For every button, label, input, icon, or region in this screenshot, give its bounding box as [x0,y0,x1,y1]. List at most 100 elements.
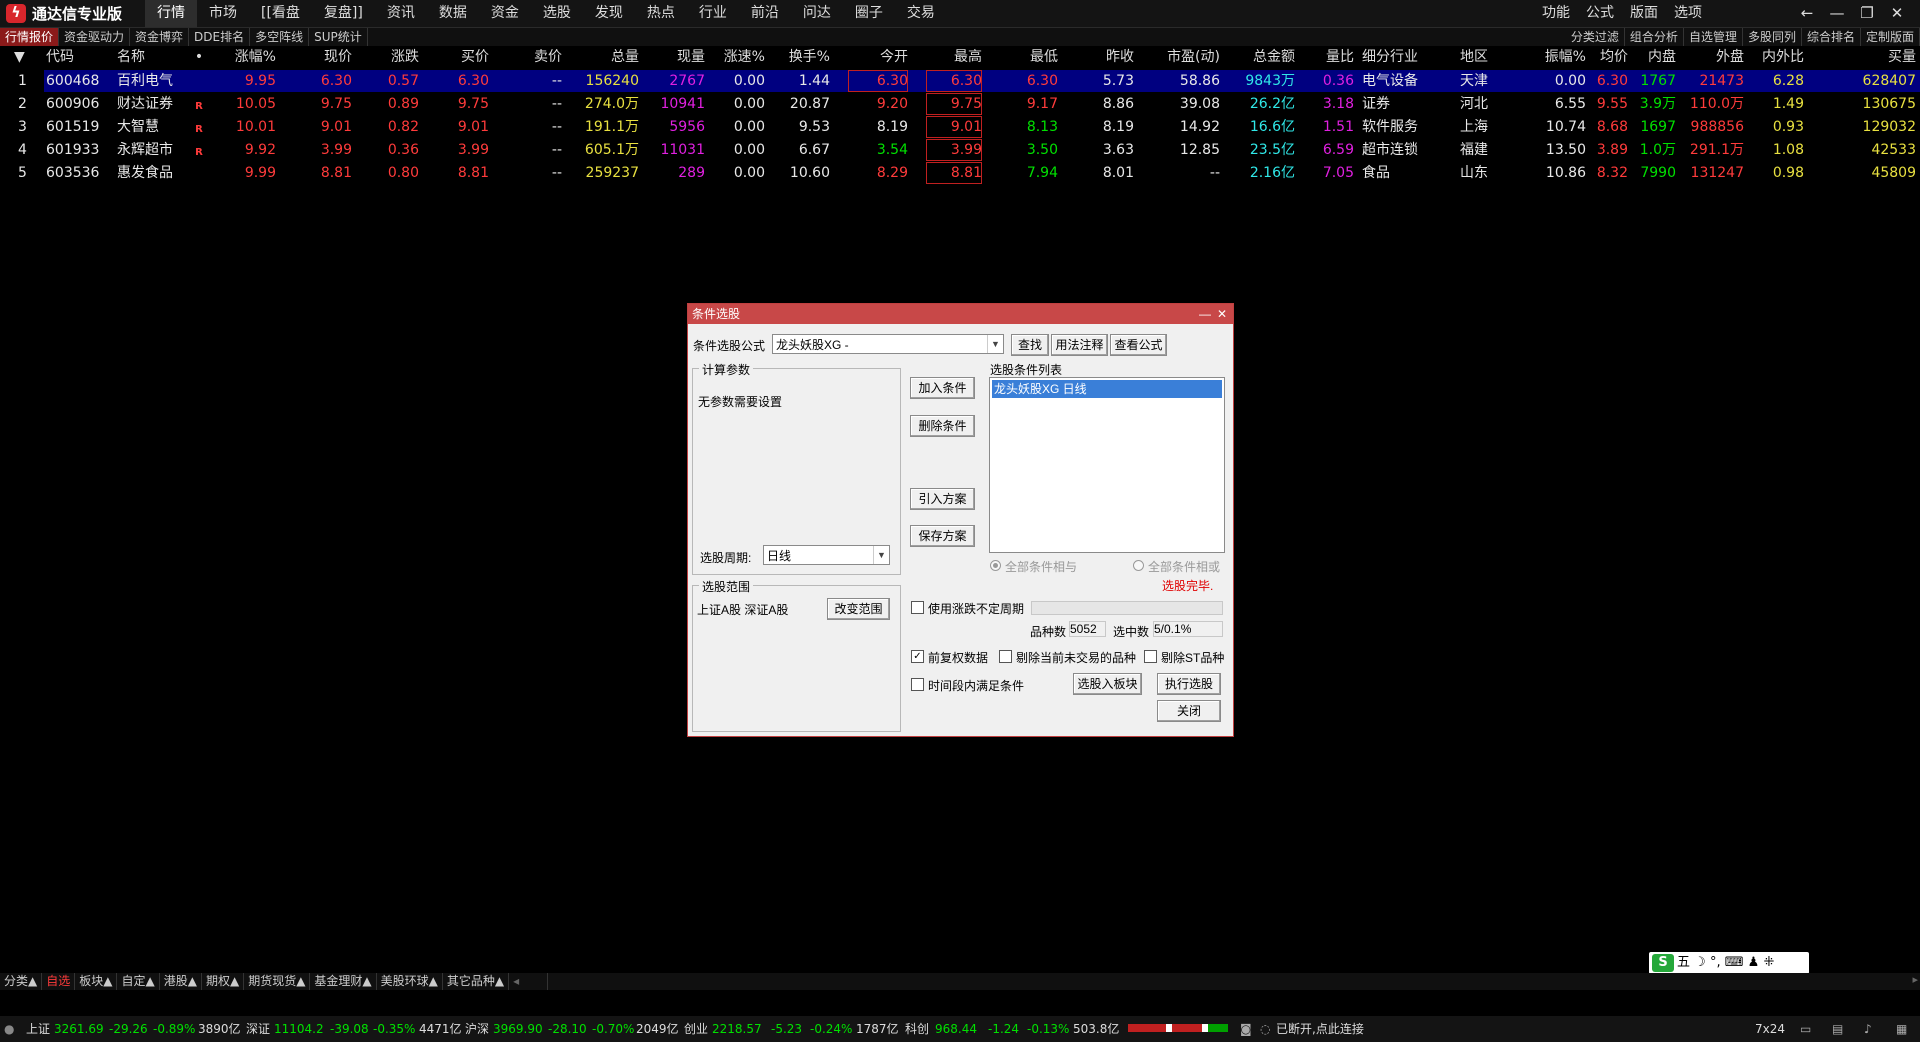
subtab-combo[interactable]: 组合分析 [1625,28,1684,46]
tab-watchlist[interactable]: 自选 [42,973,76,990]
prefq-checkbox[interactable]: ✓ [911,650,924,663]
view-formula-button[interactable]: 查看公式 [1110,334,1167,356]
tab-others[interactable]: 其它品种▲ [443,973,510,990]
connection-status[interactable]: 已断开,点此连接 [1276,1016,1364,1042]
column-header-code[interactable]: 代码 [46,47,112,67]
add-condition-button[interactable]: 加入条件 [910,377,975,399]
punctuation-icon[interactable]: °, [1710,955,1721,970]
column-header-prev[interactable]: 昨收 [1062,47,1134,67]
execute-button[interactable]: 执行选股 [1157,673,1221,695]
close-icon[interactable]: ✕ [1882,0,1912,27]
subtab-sup[interactable]: SUP统计 [309,28,368,46]
column-header-area[interactable]: 地区 [1460,47,1510,67]
find-button[interactable]: 查找 [1011,334,1049,356]
menu-shuju[interactable]: 数据 [427,0,479,27]
subtab-watchlist[interactable]: 自选管理 [1684,28,1743,46]
camera-icon[interactable]: ◙ [1240,1016,1252,1042]
menu-qianyan[interactable]: 前沿 [739,0,791,27]
back-arrow-icon[interactable]: ← [1792,0,1822,27]
menu-wenda[interactable]: 问达 [791,0,843,27]
column-header-pct[interactable]: 涨幅% [212,47,276,67]
menu-kanpan[interactable]: [[看盘 [249,0,312,27]
column-header-avg[interactable]: 均价 [1590,47,1628,67]
tab-futures[interactable]: 期货现货▲ [244,973,311,990]
monitor-icon[interactable]: ▭ [1800,1016,1811,1042]
menu-quanzi[interactable]: 圈子 [843,0,895,27]
table-row[interactable]: 1 600468 百利电气 9.95 6.30 0.57 6.30 -- 156240 2767 0… [0,70,1920,92]
column-header-turn[interactable]: 换手% [768,47,830,67]
subtab-long-short[interactable]: 多空阵线 [250,28,310,46]
column-header-vr[interactable]: 量比 [1298,47,1354,67]
menu-xuanxiang[interactable]: 选项 [1666,0,1710,27]
menu-hangye[interactable]: 行业 [687,0,739,27]
restore-icon[interactable]: ❐ [1852,0,1882,27]
close-button[interactable]: 关闭 [1157,700,1221,722]
time-range-checkbox[interactable] [911,678,924,691]
ime-toolbar[interactable]: S五 ☽ °, ⌨ ♟ ⁜ [1649,952,1809,974]
subtab-custom[interactable]: 定制版面 [1861,28,1920,46]
tab-custom[interactable]: 自定▲ [117,973,160,990]
tab-sector[interactable]: 板块▲ [75,973,118,990]
mute-icon[interactable]: ♪ [1864,1016,1872,1042]
menu-zijin[interactable]: 资金 [479,0,531,27]
close-icon[interactable]: ✕ [1217,304,1227,324]
table-row[interactable]: 4 601933 永辉超市 R 9.92 3.99 0.36 3.99 -- 605.1万 1103… [0,139,1920,161]
menu-jiaoyi[interactable]: 交易 [895,0,947,27]
column-header-ratio[interactable]: 内外比 [1748,47,1804,67]
menu-shichang[interactable]: 市场 [197,0,249,27]
column-header-ind[interactable]: 细分行业 [1362,47,1450,67]
condition-item[interactable]: 龙头妖股XG 日线 [992,380,1222,398]
menu-faxian[interactable]: 发现 [583,0,635,27]
menu-zixun[interactable]: 资讯 [375,0,427,27]
subtab-quote[interactable]: 行情报价 [0,28,60,46]
kc-name[interactable]: 科创 [905,1016,929,1042]
column-header-low[interactable]: 最低 [986,47,1058,67]
column-header-amp[interactable]: 振幅% [1512,47,1586,67]
to-block-button[interactable]: 选股入板块 [1073,673,1142,695]
radio-or[interactable] [1133,560,1144,571]
mode-label[interactable]: 7x24 [1755,1016,1785,1042]
column-header-bid[interactable]: 买价 [425,47,489,67]
save-plan-button[interactable]: 保存方案 [910,525,975,547]
grid-icon[interactable]: ⁜ [1763,955,1774,970]
subtab-fund-game[interactable]: 资金博弈 [130,28,190,46]
sogou-icon[interactable]: S [1652,954,1674,972]
sz-name[interactable]: 深证 [246,1016,270,1042]
table-row[interactable]: 5 603536 惠发食品 9.99 8.81 0.80 8.81 -- 259237 289 0.… [0,162,1920,184]
subtab-rank[interactable]: 综合排名 [1802,28,1861,46]
remove-notrade-checkbox[interactable] [999,650,1012,663]
menu-gongshi[interactable]: 公式 [1578,0,1622,27]
subtab-dde[interactable]: DDE排名 [189,28,251,46]
column-header-inner[interactable]: 内盘 [1632,47,1676,67]
menu-gongneng[interactable]: 功能 [1534,0,1578,27]
column-header-flag[interactable]: • [189,47,209,67]
column-header-price[interactable]: 现价 [282,47,352,67]
hs-name[interactable]: 沪深 [465,1016,489,1042]
period-select[interactable]: 日线 ▼ [763,545,890,565]
tab-options[interactable]: 期权▲ [202,973,245,990]
column-header-name[interactable]: 名称 [117,47,181,67]
radio-and[interactable] [990,560,1001,571]
column-header-high[interactable]: 最高 [926,47,982,67]
change-range-button[interactable]: 改变范围 [827,598,890,620]
ime-mode[interactable]: 五 [1677,955,1690,970]
formula-select[interactable]: 龙头妖股XG - ▼ [772,334,1004,354]
column-header-chg[interactable]: 涨跌 [355,47,419,67]
chat-icon[interactable]: ▤ [1832,1016,1843,1042]
column-header-open[interactable]: 今开 [848,47,908,67]
menu-redian[interactable]: 热点 [635,0,687,27]
tab-us[interactable]: 美股环球▲ [377,973,443,990]
column-header-vol[interactable]: 总量 [565,47,639,67]
moon-icon[interactable]: ☽ [1694,955,1710,970]
menu-xuangu[interactable]: 选股 [531,0,583,27]
sort-dropdown-icon[interactable]: ▼ [14,47,34,67]
tab-scroll-left-icon[interactable]: ◂ [509,973,549,990]
import-plan-button[interactable]: 引入方案 [910,488,975,510]
tab-funds[interactable]: 基金理财▲ [310,973,377,990]
column-header-amt[interactable]: 总金额 [1224,47,1295,67]
delete-condition-button[interactable]: 删除条件 [910,415,975,437]
column-header-pe[interactable]: 市盈(动) [1138,47,1220,67]
menu-banmian[interactable]: 版面 [1622,0,1666,27]
sh-name[interactable]: 上证 [26,1016,50,1042]
menu-hangqing[interactable]: 行情 [145,0,197,27]
